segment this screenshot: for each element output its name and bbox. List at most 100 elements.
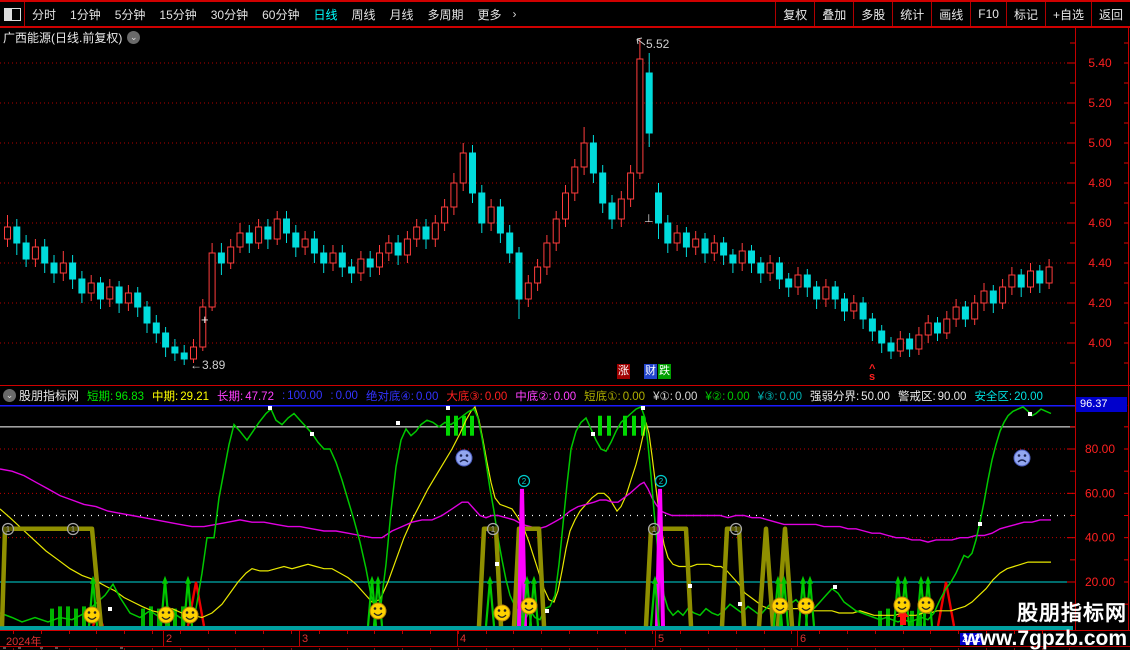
- candle: [116, 287, 122, 303]
- candle: [842, 299, 848, 311]
- candle: [544, 243, 550, 267]
- axis-tick: [652, 631, 653, 634]
- candle: [972, 303, 978, 319]
- wealth-badge: 财: [644, 364, 657, 379]
- date-label: 4: [460, 633, 466, 645]
- month-separator: [655, 631, 656, 646]
- toolbar-button[interactable]: 标记: [1006, 2, 1045, 26]
- indicator-field-label: ¥③:: [758, 391, 778, 403]
- green-spike: [486, 580, 494, 626]
- indicator-field-value: 0.00: [416, 391, 438, 403]
- candle: [377, 253, 383, 267]
- candle: [125, 293, 131, 303]
- toolbar-button[interactable]: 画线: [931, 2, 970, 26]
- window-split-icon[interactable]: [4, 8, 21, 21]
- indicator-field-label: 警戒区:: [898, 391, 936, 403]
- chart-title-row[interactable]: 广西能源(日线.前复权) ⌄: [3, 29, 140, 46]
- date-label: 5: [658, 633, 664, 645]
- indicator-plot-area[interactable]: 80.0060.0040.0020.001111122: [0, 405, 1130, 631]
- toolbar-item[interactable]: 30分钟: [204, 6, 255, 23]
- white-square-marker: [545, 609, 549, 613]
- toolbar-item[interactable]: 60分钟: [255, 6, 306, 23]
- white-square-marker: [268, 406, 272, 410]
- white-square-marker: [833, 585, 837, 589]
- axis-tick: [513, 631, 514, 634]
- svg-text:1: 1: [652, 525, 657, 534]
- candle: [1000, 287, 1006, 303]
- axis-tick: [69, 631, 70, 634]
- indicator-plot[interactable]: 80.0060.0040.0020.001111122: [0, 405, 1130, 631]
- indicator-field-value: 90.00: [938, 391, 967, 403]
- axis-tick: [152, 631, 153, 634]
- axis-tick: [930, 631, 931, 634]
- price-axis-label: 5.00: [1088, 136, 1112, 150]
- candle: [981, 291, 987, 303]
- candle: [935, 323, 941, 333]
- toolbar-item[interactable]: 更多: [471, 6, 509, 23]
- indicator-field-label: 短期:: [87, 391, 113, 403]
- candle: [163, 333, 169, 347]
- toolbar-item[interactable]: 1分钟: [63, 6, 108, 23]
- ex-right-marker-icon: ⊥: [644, 213, 654, 225]
- svg-text:1: 1: [6, 525, 11, 534]
- chevron-down-icon[interactable]: ⌄: [127, 31, 140, 44]
- axis-tick: [208, 631, 209, 634]
- chevron-right-icon[interactable]: ›: [509, 7, 521, 21]
- candle: [1009, 275, 1015, 287]
- toolbar-item[interactable]: 日线: [306, 6, 344, 23]
- toolbar-item[interactable]: 分时: [25, 6, 63, 23]
- indicator-field-label: ¥②:: [705, 391, 725, 403]
- axis-tick: [347, 631, 348, 634]
- toolbar-button[interactable]: 返回: [1091, 2, 1130, 26]
- toolbar-button[interactable]: 统计: [892, 2, 931, 26]
- candle: [293, 233, 299, 247]
- indicator-field-label: 长期:: [217, 391, 243, 403]
- chevron-down-icon[interactable]: ⌄: [3, 389, 16, 402]
- indicator-field: ¥③:0.00: [758, 389, 802, 403]
- toolbar-button[interactable]: 复权: [775, 2, 814, 26]
- axis-tick: [541, 631, 542, 634]
- axis-tick: [597, 631, 598, 634]
- candle: [79, 279, 85, 293]
- candle: [563, 193, 569, 219]
- toolbar-button[interactable]: 多股: [853, 2, 892, 26]
- indicator-field-value: 96.83: [115, 391, 144, 403]
- toolbar-button[interactable]: +自选: [1045, 2, 1091, 26]
- green-spike-arrow-icon: [807, 576, 813, 584]
- candle: [869, 319, 875, 331]
- axis-tick: [402, 631, 403, 634]
- candle: [888, 343, 894, 351]
- indicator-field-label: 中期:: [152, 391, 178, 403]
- candle: [135, 293, 141, 307]
- toolbar-button[interactable]: F10: [970, 2, 1006, 26]
- candle: [507, 233, 513, 253]
- price-axis-label: 4.60: [1088, 216, 1112, 230]
- circle2-marker: 2: [656, 476, 667, 487]
- toolbar-item[interactable]: 多周期: [421, 6, 471, 23]
- green-spike-arrow-icon: [375, 576, 381, 584]
- axis-tick: [235, 631, 236, 634]
- cutoff-ui-fragment: [3, 647, 6, 649]
- svg-text:2: 2: [659, 477, 664, 486]
- candlestick-chart-area[interactable]: 5.405.205.004.804.604.404.204.005.52←3.8…: [0, 28, 1130, 385]
- green-bar: [632, 416, 636, 436]
- month-separator: [299, 631, 300, 646]
- white-square-marker: [396, 421, 400, 425]
- toolbar-item[interactable]: 15分钟: [152, 6, 203, 23]
- toolbar-button[interactable]: 叠加: [814, 2, 853, 26]
- toolbar-item[interactable]: 5分钟: [108, 6, 153, 23]
- candle: [944, 319, 950, 333]
- smiley-icon: [370, 603, 386, 619]
- toolbar-item[interactable]: 周线: [344, 6, 382, 23]
- candle: [442, 207, 448, 223]
- axis-tick: [625, 631, 626, 634]
- right-axis-line: [1075, 28, 1076, 647]
- month-separator: [457, 631, 458, 646]
- candle: [479, 193, 485, 223]
- period-menu: 分时1分钟5分钟15分钟30分钟60分钟日线周线月线多周期更多: [25, 6, 509, 23]
- indicator-field-value: 29.21: [180, 391, 209, 403]
- green-bar: [446, 416, 450, 436]
- axis-tick: [847, 631, 848, 634]
- candlestick-plot[interactable]: 5.405.205.004.804.604.404.204.005.52←3.8…: [0, 28, 1130, 385]
- toolbar-item[interactable]: 月线: [383, 6, 421, 23]
